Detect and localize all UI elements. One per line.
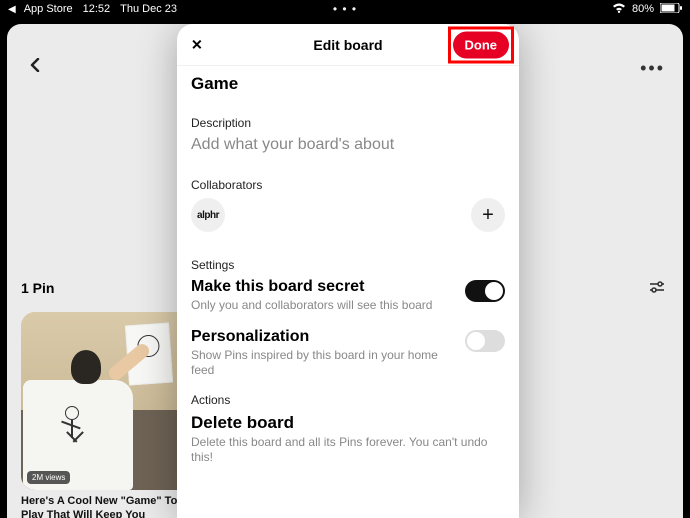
collaborators-label: Collaborators xyxy=(191,178,505,192)
personalization-title: Personalization xyxy=(191,328,453,346)
pin-thumbnail: 2M views xyxy=(21,312,199,490)
close-icon: ✕ xyxy=(191,36,203,52)
done-highlight: Done xyxy=(448,26,515,63)
more-options-button[interactable]: ••• xyxy=(640,58,665,79)
multitask-dots[interactable]: • • • xyxy=(333,2,357,16)
personalization-subtitle: Show Pins inspired by this board in your… xyxy=(191,348,453,379)
add-collaborator-button[interactable]: + xyxy=(471,198,505,232)
description-label: Description xyxy=(191,116,505,130)
battery-icon xyxy=(660,3,682,16)
status-date: Thu Dec 23 xyxy=(120,3,177,15)
board-name-field[interactable]: Game xyxy=(191,74,505,94)
delete-board-action[interactable]: Delete board Delete this board and all i… xyxy=(191,413,505,466)
secret-board-setting: Make this board secret Only you and coll… xyxy=(191,278,505,314)
settings-label: Settings xyxy=(191,258,505,272)
secret-board-subtitle: Only you and collaborators will see this… xyxy=(191,298,453,314)
personalization-toggle[interactable] xyxy=(465,330,505,352)
actions-label: Actions xyxy=(191,393,505,407)
secret-board-toggle[interactable] xyxy=(465,280,505,302)
filter-button[interactable] xyxy=(649,280,665,297)
personalization-setting: Personalization Show Pins inspired by th… xyxy=(191,328,505,379)
status-bar: ◀ App Store 12:52 Thu Dec 23 • • • 80% xyxy=(0,0,690,18)
pin-title: Here's A Cool New "Game" To Play That Wi… xyxy=(21,495,199,518)
pin-count: 1 Pin xyxy=(21,280,54,296)
back-app-label[interactable]: App Store xyxy=(24,3,73,15)
plus-icon: + xyxy=(482,204,494,227)
pin-views-badge: 2M views xyxy=(27,471,70,484)
battery-percent: 80% xyxy=(632,3,654,15)
modal-title: Edit board xyxy=(313,37,382,53)
description-input[interactable] xyxy=(191,136,505,154)
collaborator-avatar[interactable]: alphr xyxy=(191,198,225,232)
secret-board-title: Make this board secret xyxy=(191,278,453,296)
wifi-icon xyxy=(612,3,626,16)
pin-card[interactable]: 2M views Here's A Cool New "Game" To Pla… xyxy=(21,312,199,518)
modal-header: ✕ Edit board Done xyxy=(177,24,519,66)
back-to-app-icon[interactable]: ◀ xyxy=(8,4,16,15)
delete-board-title: Delete board xyxy=(191,413,505,433)
done-button[interactable]: Done xyxy=(453,31,510,58)
status-time: 12:52 xyxy=(83,3,111,15)
edit-board-modal: ✕ Edit board Done Game Description Colla… xyxy=(177,24,519,518)
close-button[interactable]: ✕ xyxy=(187,32,207,57)
delete-board-subtitle: Delete this board and all its Pins forev… xyxy=(191,435,505,466)
back-button[interactable] xyxy=(29,58,41,75)
